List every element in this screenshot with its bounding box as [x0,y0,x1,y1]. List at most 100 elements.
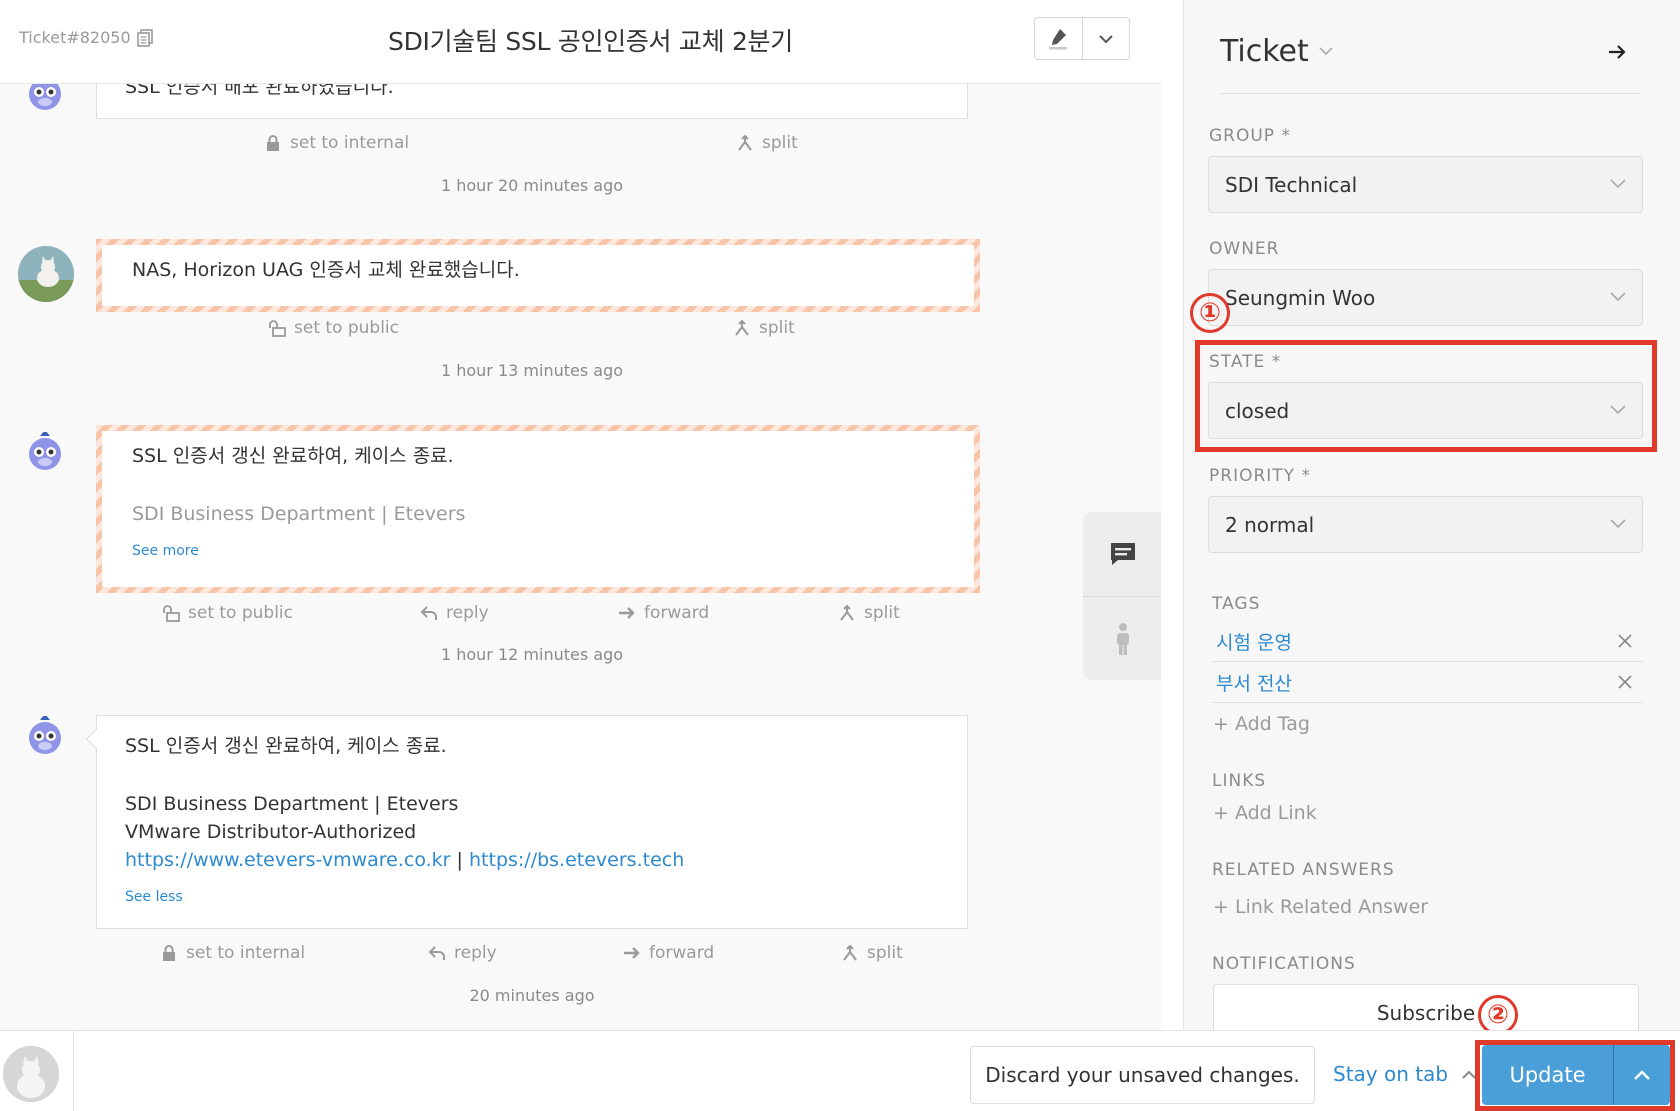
unlock-icon [163,605,180,622]
stay-on-tab-toggle[interactable]: Stay on tab [1333,1062,1476,1086]
add-link-link[interactable]: + Add Link [1213,802,1317,824]
lock-icon [163,945,175,961]
split-action[interactable]: split [841,943,903,963]
action-label: split [864,603,900,623]
split-action[interactable]: split [736,133,798,153]
highlighter-icon [1049,28,1068,49]
forward-action[interactable]: forward [618,603,709,623]
ticket-header: Ticket#82050 SDI기술팀 SSL 공인인증서 교체 2분기 [0,0,1161,84]
tab-customer[interactable] [1083,596,1161,680]
tags-label: TAGS [1212,594,1261,614]
action-label: split [762,133,798,153]
tab-ticket[interactable] [1083,512,1161,596]
lock-icon [267,135,279,151]
action-label: set to internal [186,943,306,963]
bubble-tail [86,729,106,749]
split-icon [840,604,854,621]
set-internal-action[interactable]: set to internal [160,943,305,963]
action-label: reply [454,943,497,963]
bottom-bar: Discard your unsaved changes. Stay on ta… [0,1030,1680,1111]
add-tag-link[interactable]: + Add Tag [1213,713,1310,735]
article-timestamp: 1 hour 12 minutes ago [440,645,624,664]
priority-select[interactable]: 2 normal [1208,496,1643,553]
ticket-number[interactable]: Ticket#82050 [19,28,153,47]
discard-changes-button[interactable]: Discard your unsaved changes. [970,1046,1315,1104]
see-more-link[interactable]: See more [132,542,944,560]
etevers-vmware-link[interactable]: https://www.etevers-vmware.co.kr [125,849,451,871]
annotation-marker-1: ① [1190,293,1230,333]
close-icon[interactable] [1617,674,1633,690]
stay-on-tab-label: Stay on tab [1333,1062,1449,1086]
action-label: set to public [188,603,294,623]
article-timestamp: 1 hour 20 minutes ago [440,176,624,195]
arrow-right-icon[interactable] [1607,42,1627,62]
user-avatar[interactable] [18,246,74,302]
chevron-down-icon [1319,47,1333,56]
sidebar-title-text: Ticket [1220,34,1309,69]
article-body: NAS, Horizon UAG 인증서 교체 완료했습니다. [132,259,520,281]
message-icon [1110,543,1135,565]
action-label: forward [649,943,715,963]
article-actions: set to public split [96,318,968,344]
ticket-timeline[interactable]: SSL 인증서 배포 완료하였습니다. set to internal spli… [0,84,1161,1030]
bs-etevers-link[interactable]: https://bs.etevers.tech [469,849,684,871]
action-label: set to public [294,318,400,338]
unlock-icon [269,320,286,337]
copy-icon[interactable] [136,28,153,47]
article-bubble: SSL 인증서 배포 완료하였습니다. [96,84,968,119]
chevron-down-icon [1610,292,1626,302]
article-timestamp: 1 hour 13 minutes ago [440,361,624,380]
sidebar-tabs [1083,512,1161,680]
group-value: SDI Technical [1225,172,1358,197]
split-icon [843,944,857,961]
tag-label: 부서 전산 [1216,673,1292,695]
set-public-action[interactable]: set to public [162,603,293,623]
article-body: SSL 인증서 배포 완료하였습니다. [125,84,394,98]
article-actions: set to internal split [96,133,968,159]
set-internal-action[interactable]: set to internal [264,133,409,153]
forward-action[interactable]: forward [623,943,714,963]
link-related-answer-link[interactable]: + Link Related Answer [1213,896,1428,918]
reply-action[interactable]: reply [428,943,497,963]
split-action[interactable]: split [733,318,795,338]
ticket-number-text: Ticket#82050 [19,28,131,47]
group-select[interactable]: SDI Technical [1208,156,1643,213]
tag-item[interactable]: 시험 운영 [1212,622,1643,662]
group-label: GROUP * [1209,126,1291,146]
priority-label: PRIORITY * [1209,466,1311,486]
ticket-title[interactable]: SDI기술팀 SSL 공인인증서 교체 2분기 [388,22,793,58]
chevron-down-icon [1610,179,1626,189]
action-label: forward [644,603,710,623]
article-actions: set to internal reply forward split [96,943,968,969]
chevron-down-icon [1610,519,1626,529]
action-label: split [867,943,903,963]
tag-item[interactable]: 부서 전산 [1212,663,1643,703]
signature-line-2: VMware Distributor-Authorized [125,821,417,843]
notifications-label: NOTIFICATIONS [1212,954,1356,974]
highlighter-button[interactable] [1035,18,1082,59]
see-less-link[interactable]: See less [125,888,939,906]
set-public-action[interactable]: set to public [268,318,399,338]
reply-icon [420,606,437,620]
signature-line-1: SDI Business Department | Etevers [125,793,459,815]
annotation-box-state [1195,340,1657,452]
action-label: split [759,318,795,338]
bot-avatar[interactable] [24,716,66,758]
action-label: set to internal [290,133,410,153]
macro-dropdown-toggle[interactable] [1081,18,1130,59]
bot-avatar[interactable] [24,84,66,114]
signature-links: https://www.etevers-vmware.co.kr | https… [125,846,939,874]
owner-value: Seungmin Woo [1225,285,1376,310]
current-user-avatar[interactable] [3,1046,59,1102]
bot-avatar[interactable] [24,432,66,474]
cat-photo-icon [3,1046,59,1102]
reply-action[interactable]: reply [420,603,489,623]
priority-value: 2 normal [1225,512,1315,537]
close-icon[interactable] [1617,633,1633,649]
forward-icon [619,607,635,619]
owner-select[interactable]: Seungmin Woo [1208,269,1643,326]
article-bubble: SSL 인증서 갱신 완료하여, 케이스 종료. SDI Business De… [86,715,968,929]
split-action[interactable]: split [838,603,900,623]
article-bubble-internal: SSL 인증서 갱신 완료하여, 케이스 종료. SDI Business De… [96,425,980,593]
sidebar-title[interactable]: Ticket [1220,34,1641,69]
